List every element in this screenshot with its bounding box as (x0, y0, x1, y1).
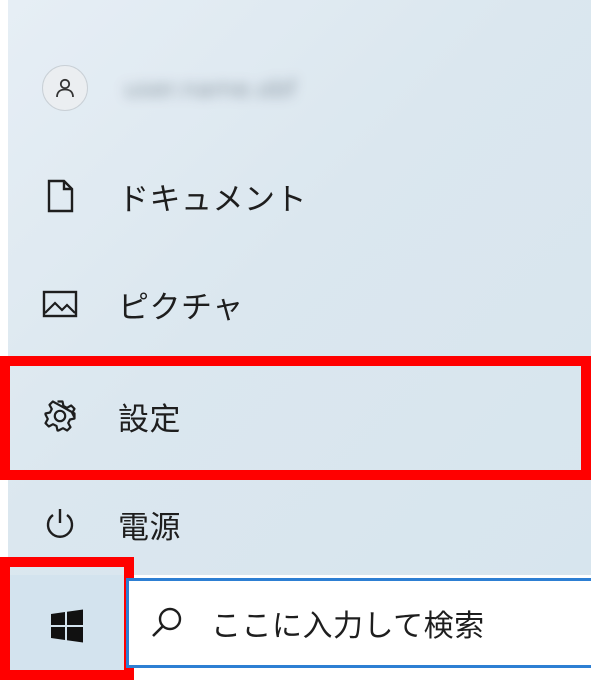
person-icon (42, 65, 88, 111)
user-name: user.name.obf (124, 75, 296, 101)
menu-item-label: ドキュメント (118, 181, 307, 218)
menu-item-pictures[interactable]: ピクチャ (8, 250, 591, 358)
picture-icon (40, 284, 80, 324)
start-button-highlight-box (0, 557, 134, 680)
settings-highlight-box (0, 356, 591, 480)
user-account-item[interactable]: user.name.obf (8, 34, 591, 142)
document-icon (40, 176, 80, 216)
menu-item-label: 電源 (118, 509, 181, 546)
power-icon (40, 504, 80, 544)
menu-item-label: ピクチャ (118, 289, 244, 326)
menu-item-documents[interactable]: ドキュメント (8, 142, 591, 250)
search-icon (147, 603, 187, 643)
search-placeholder: ここに入力して検索 (211, 609, 485, 644)
search-input[interactable]: ここに入力して検索 (126, 578, 591, 668)
